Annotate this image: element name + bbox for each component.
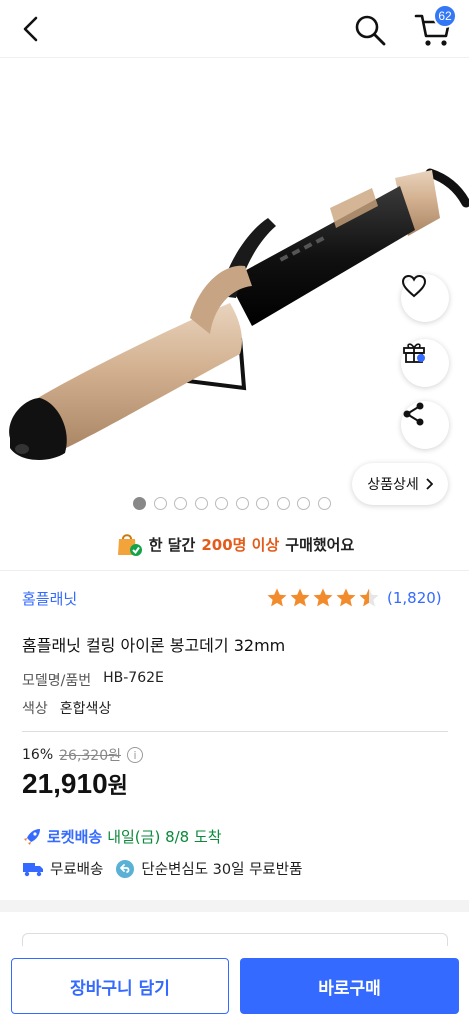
product-detail-label: 상품상세 xyxy=(367,477,419,493)
share-button[interactable] xyxy=(401,401,449,449)
section-spacer xyxy=(0,900,469,912)
rocket-icon xyxy=(24,828,40,845)
social-proof-prefix: 한 달간 xyxy=(148,535,196,554)
wishlist-button[interactable] xyxy=(401,274,449,322)
product-title: 홈플래닛 컬링 아이론 봉고데기 32mm xyxy=(22,636,286,655)
cart-count-badge: 62 xyxy=(433,4,457,28)
star-icon xyxy=(290,588,310,607)
carousel-dot[interactable] xyxy=(153,497,167,510)
social-proof-suffix: 구매했어요 xyxy=(285,535,355,554)
currency-label: 원 xyxy=(107,773,128,798)
model-value: HB-762E xyxy=(103,670,164,686)
color-value: 혼합색상 xyxy=(59,701,112,717)
carousel-dot[interactable] xyxy=(174,497,187,510)
carousel-dot[interactable] xyxy=(194,497,208,510)
arrival-date: 내일(금) 8/8 도착 xyxy=(107,828,222,846)
star-rating xyxy=(266,587,380,609)
sale-price: 21,910원 xyxy=(22,768,128,800)
price-divider xyxy=(22,731,448,732)
social-proof-highlight: 200명 이상 xyxy=(201,535,280,554)
model-row: 모델명/품번 HB-762E xyxy=(22,670,164,690)
carousel-indicator xyxy=(133,497,331,510)
buy-now-button[interactable]: 바로구매 xyxy=(240,958,459,1014)
search-button[interactable] xyxy=(352,12,388,48)
free-shipping-label: 무료배송 xyxy=(50,862,104,878)
star-icon xyxy=(359,588,379,607)
top-bar: 62 xyxy=(0,0,469,58)
shopping-bag-check-icon xyxy=(117,534,142,556)
color-row[interactable]: 색상 혼합색상 xyxy=(22,698,111,718)
heart-icon xyxy=(401,274,427,298)
color-label: 색상 xyxy=(22,701,48,717)
discount-rate: 16% xyxy=(22,747,54,763)
star-icon xyxy=(313,588,333,607)
review-count[interactable]: (1,820) xyxy=(387,589,442,607)
free-return-label: 단순변심도 30일 무료반품 xyxy=(141,862,303,878)
info-icon[interactable]: i xyxy=(127,747,143,763)
carousel-dot[interactable] xyxy=(297,497,310,510)
shipping-info-row: 무료배송 단순변심도 30일 무료반품 xyxy=(22,858,302,879)
rocket-delivery-label: 로켓배송 xyxy=(47,828,103,846)
carousel-dot[interactable] xyxy=(276,497,290,510)
brand-link[interactable]: 홈플래닛 xyxy=(22,588,77,609)
section-divider xyxy=(0,570,469,571)
star-icon xyxy=(267,588,287,607)
carousel-dot[interactable] xyxy=(317,497,331,510)
gift-button[interactable] xyxy=(401,339,449,387)
carousel-dot[interactable] xyxy=(133,497,146,510)
bottom-action-bar: 장바구니 담기 바로구매 xyxy=(0,946,469,1024)
chevron-left-icon xyxy=(23,16,38,42)
discount-row: 16% 26,320원 i xyxy=(22,745,143,765)
carousel-dot[interactable] xyxy=(256,497,269,510)
back-button[interactable] xyxy=(14,12,48,46)
star-icon xyxy=(336,588,356,607)
product-detail-button[interactable]: 상품상세 xyxy=(352,463,448,505)
truck-icon xyxy=(23,862,43,876)
purchase-count-banner: 한 달간 200명 이상 구매했어요 xyxy=(0,528,469,560)
return-icon xyxy=(116,859,135,878)
chevron-right-icon xyxy=(426,478,433,490)
gift-icon xyxy=(403,343,425,363)
curling-iron-illustration xyxy=(9,168,469,460)
sale-price-value: 21,910 xyxy=(22,768,108,799)
original-price: 26,320원 xyxy=(59,748,121,764)
add-to-cart-button[interactable]: 장바구니 담기 xyxy=(11,958,229,1014)
rocket-delivery-row: 로켓배송 내일(금) 8/8 도착 xyxy=(22,826,222,847)
rating-summary[interactable]: (1,820) xyxy=(266,587,442,609)
carousel-dot[interactable] xyxy=(235,497,249,510)
product-image[interactable] xyxy=(0,58,469,493)
carousel-dot[interactable] xyxy=(215,497,228,510)
share-icon xyxy=(403,402,424,426)
search-icon xyxy=(355,15,386,46)
model-label: 모델명/품번 xyxy=(22,673,92,689)
